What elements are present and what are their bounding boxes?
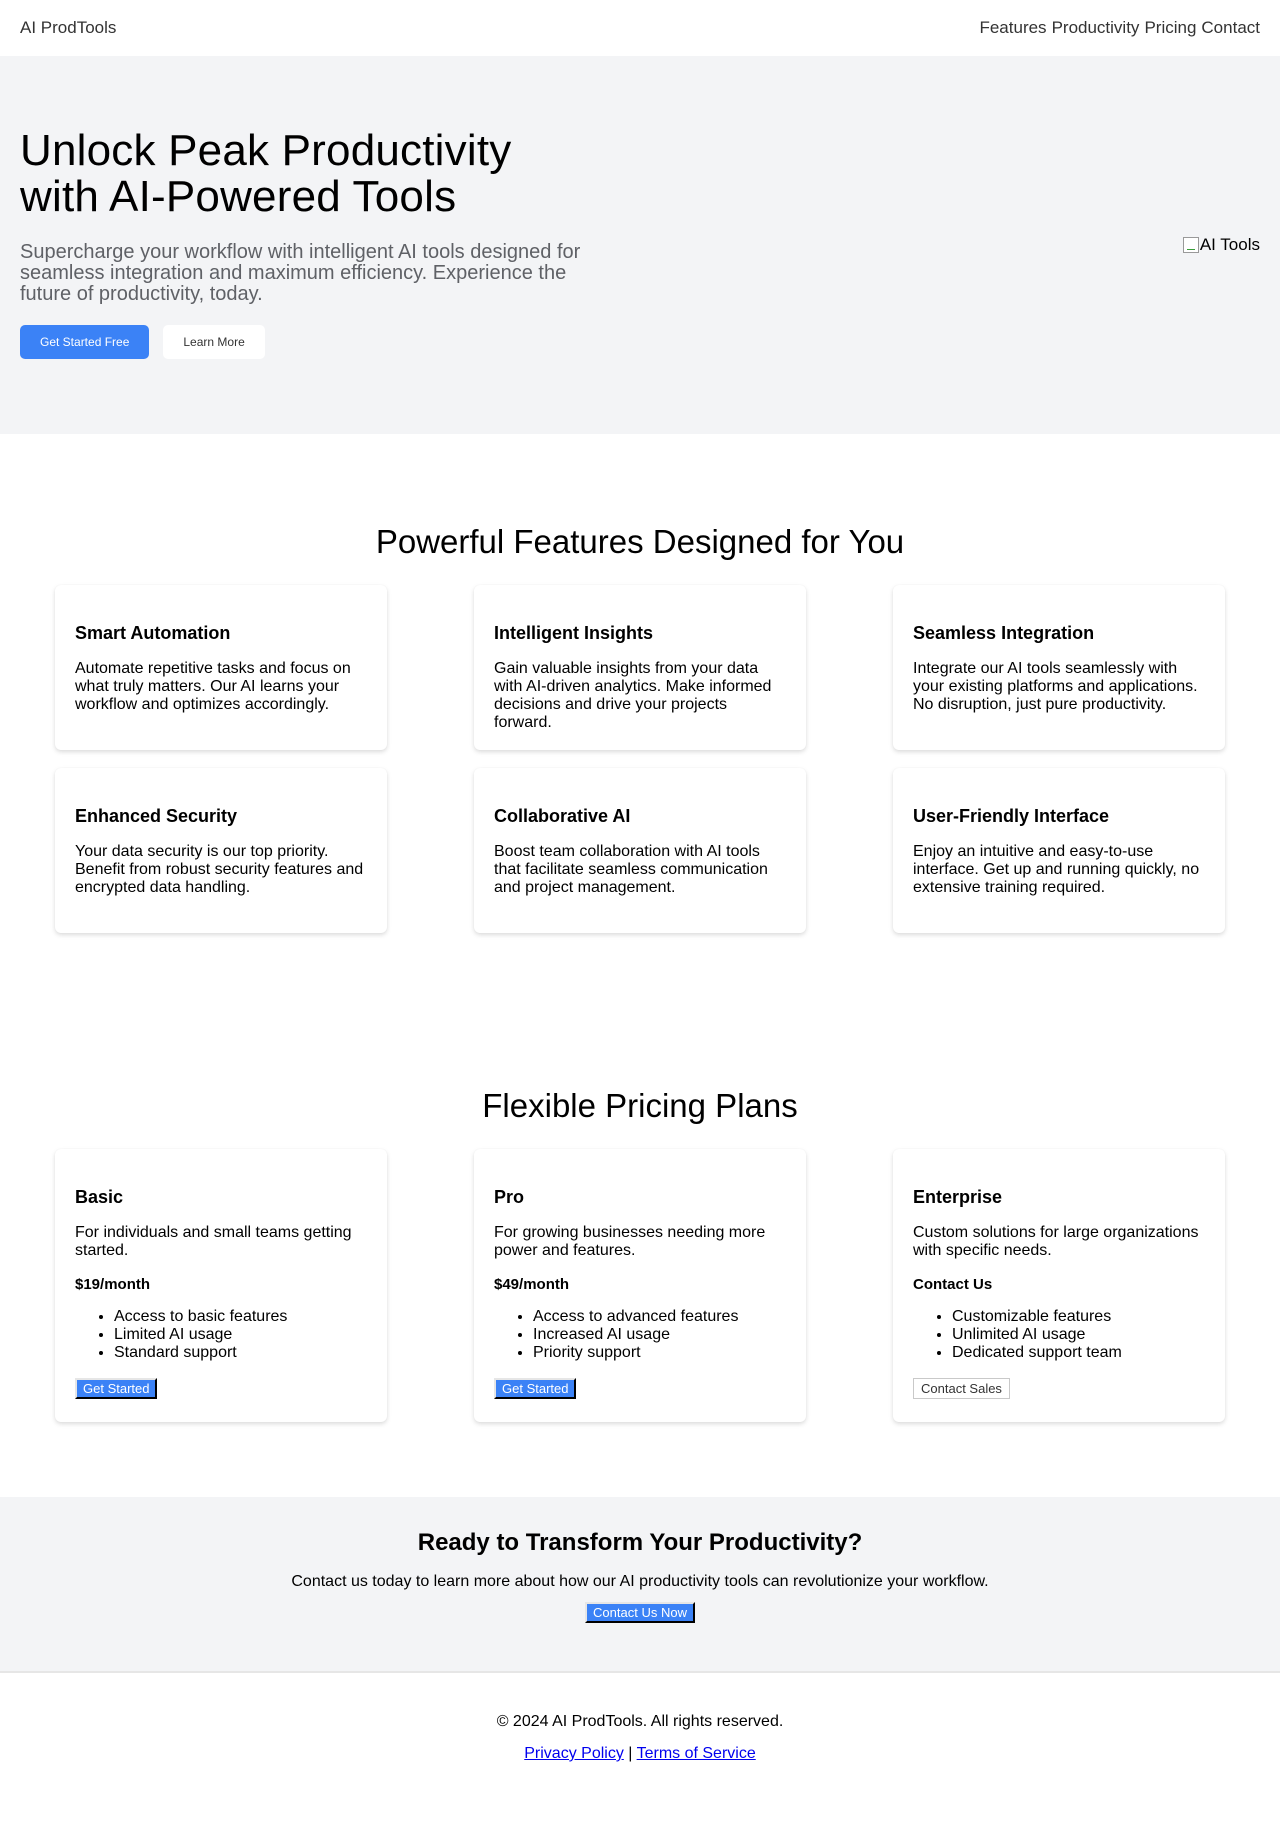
feature-text: Automate repetitive tasks and focus on w… [75,660,351,713]
pricing-card-pro: Pro For growing businesses needing more … [474,1149,806,1422]
link-separator: | [628,1745,633,1762]
top-nav: AI ProdTools Features Productivity Prici… [0,0,1280,56]
feature-title: Enhanced Security [75,806,238,826]
feature-card: Intelligent Insights Gain valuable insig… [474,585,806,750]
plan-description: Custom solutions for large organizations… [913,1224,1199,1259]
hero-section: Unlock Peak Productivity with AI-Powered… [0,56,1280,434]
plan-price: $19/month [75,1276,151,1293]
plan-description: For individuals and small teams getting … [75,1224,352,1259]
privacy-policy-link[interactable]: Privacy Policy [524,1745,624,1762]
nav-link-pricing[interactable]: Pricing [1144,18,1196,38]
pricing-title: Flexible Pricing Plans [482,1087,798,1124]
hero-title: Unlock Peak Productivity with AI-Powered… [20,125,512,221]
cta-text: Contact us today to learn more about how… [291,1573,989,1590]
broken-image-icon [1182,237,1199,253]
plan-name: Pro [494,1187,525,1207]
plan-feature: Dedicated support team [952,1344,1205,1362]
plan-feature: Access to advanced features [533,1308,786,1326]
hero-content: Unlock Peak Productivity with AI-Powered… [20,127,590,359]
plan-feature: Limited AI usage [114,1326,367,1344]
plan-feature: Standard support [114,1344,367,1362]
feature-text: Integrate our AI tools seamlessly with y… [913,660,1198,713]
pricing-card-enterprise: Enterprise Custom solutions for large or… [893,1149,1225,1422]
copyright-text: © 2024 AI ProdTools. All rights reserved… [496,1713,784,1730]
terms-of-service-link[interactable]: Terms of Service [637,1745,756,1762]
feature-text: Your data security is our top priority. … [75,843,364,896]
contact-us-now-button[interactable]: Contact Us Now [585,1602,695,1623]
plan-feature: Unlimited AI usage [952,1326,1205,1344]
learn-more-button[interactable]: Learn More [163,324,265,359]
feature-title: Smart Automation [75,623,231,643]
hero-buttons: Get Started Free Learn More [20,324,590,359]
plan-feature: Priority support [533,1344,786,1362]
plan-feature-list: Access to basic features Limited AI usag… [75,1308,367,1362]
feature-text: Enjoy an intuitive and easy-to-use inter… [913,843,1200,896]
hero-image-alt: AI Tools [1199,235,1260,254]
feature-title: User-Friendly Interface [913,806,1110,826]
footer: © 2024 AI ProdTools. All rights reserved… [0,1673,1280,1787]
plan-name: Enterprise [913,1187,1003,1207]
plan-feature-list: Access to advanced features Increased AI… [494,1308,786,1362]
feature-title: Collaborative AI [494,806,631,826]
contact-sales-button[interactable]: Contact Sales [913,1378,1010,1399]
nav-link-contact[interactable]: Contact [1201,18,1260,38]
feature-text: Gain valuable insights from your data wi… [494,660,772,731]
features-section: Powerful Features Designed for You Smart… [0,434,1280,1003]
brand-logo[interactable]: AI ProdTools [20,18,116,38]
feature-card: Smart Automation Automate repetitive tas… [55,585,387,750]
feature-card: Collaborative AI Boost team collaboratio… [474,768,806,933]
plan-price: Contact Us [913,1276,993,1293]
plan-feature: Customizable features [952,1308,1205,1326]
feature-card: Seamless Integration Integrate our AI to… [893,585,1225,750]
basic-get-started-button[interactable]: Get Started [75,1378,158,1399]
feature-card: User-Friendly Interface Enjoy an intuiti… [893,768,1225,933]
plan-description: For growing businesses needing more powe… [494,1224,766,1259]
plan-name: Basic [75,1187,124,1207]
hero-subtitle: Supercharge your workflow with intellige… [20,240,581,305]
features-grid: Smart Automation Automate repetitive tas… [20,585,1260,933]
pro-get-started-button[interactable]: Get Started [494,1378,577,1399]
legal-links: Privacy Policy | Terms of Service [0,1745,1280,1763]
plan-feature-list: Customizable features Unlimited AI usage… [913,1308,1205,1362]
feature-title: Intelligent Insights [494,623,654,643]
cta-title: Ready to Transform Your Productivity? [417,1529,863,1556]
feature-title: Seamless Integration [913,623,1095,643]
pricing-card-basic: Basic For individuals and small teams ge… [55,1149,387,1422]
plan-feature: Increased AI usage [533,1326,786,1344]
nav-link-features[interactable]: Features [979,18,1046,38]
features-title: Powerful Features Designed for You [375,523,905,560]
feature-card: Enhanced Security Your data security is … [55,768,387,933]
hero-image: AI Tools [1182,235,1260,255]
nav-links: Features Productivity Pricing Contact [979,18,1260,38]
get-started-free-button[interactable]: Get Started Free [20,324,150,359]
plan-price: $49/month [494,1276,570,1293]
cta-section: Ready to Transform Your Productivity? Co… [0,1497,1280,1673]
pricing-section: Flexible Pricing Plans Basic For individ… [0,1003,1280,1497]
pricing-grid: Basic For individuals and small teams ge… [20,1149,1260,1422]
plan-feature: Access to basic features [114,1308,367,1326]
nav-link-productivity[interactable]: Productivity [1052,18,1140,38]
feature-text: Boost team collaboration with AI tools t… [494,843,768,896]
